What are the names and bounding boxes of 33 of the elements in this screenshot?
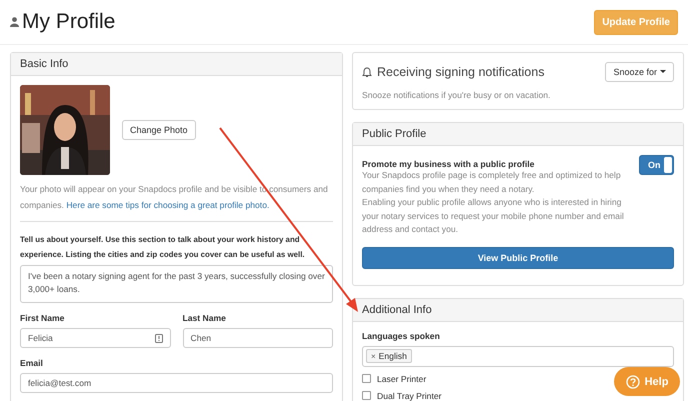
public-profile-description: Your Snapdocs profile page is completely free and optimized to help companies find you when they need a notary. — [362, 169, 622, 196]
panel-header: Additional Info — [353, 298, 683, 322]
notifications-note: Snooze notifications if you're busy or on vacation. — [362, 90, 552, 100]
checkbox-label: Dual Tray Printer — [377, 390, 442, 400]
languages-field[interactable]: × English — [362, 346, 674, 366]
checkbox[interactable] — [362, 391, 371, 400]
bell-icon — [362, 66, 372, 78]
field-label: Email — [20, 358, 43, 368]
field-label: Languages spoken — [362, 330, 440, 340]
checkbox[interactable] — [362, 374, 371, 383]
view-public-profile-button[interactable]: View Public Profile — [362, 246, 674, 268]
checkbox-label: Laser Printer — [377, 374, 426, 384]
field-label: First Name — [20, 313, 64, 323]
page-title: My Profile — [22, 10, 116, 34]
question-icon — [626, 374, 640, 388]
input-field[interactable]: felicia@test.com — [20, 373, 333, 393]
input-field[interactable]: Felicia — [20, 328, 170, 348]
about-textarea[interactable]: I've been a notary signing agent for the past 3 years, successfully closing over 3,000+ loans. — [20, 265, 333, 303]
snooze-dropdown[interactable]: Snooze for — [605, 62, 674, 82]
notifications-title: Receiving signing notifications — [377, 65, 544, 79]
input-field[interactable]: Chen — [182, 328, 333, 348]
panel-header: Basic Info — [11, 53, 342, 76]
user-icon — [10, 17, 19, 27]
autofill-icon — [154, 334, 162, 342]
public-profile-heading: Promote my business with a public profile — [362, 159, 536, 169]
language-tag[interactable]: × English — [366, 349, 412, 363]
photo-tips-link[interactable]: Here are some tips for choosing a great profile photo. — [66, 200, 270, 210]
panel-header: Public Profile — [353, 123, 683, 146]
caret-icon — [660, 70, 666, 74]
public-profile-description: Enabling your public profile allows anyone who is interested in hiring your notary services to request your mobile phone number and email address and contact you. — [362, 196, 625, 236]
public-profile-toggle[interactable]: On — [639, 155, 674, 175]
field-label: Last Name — [182, 313, 226, 323]
change-photo-button[interactable]: Change Photo — [122, 120, 196, 140]
